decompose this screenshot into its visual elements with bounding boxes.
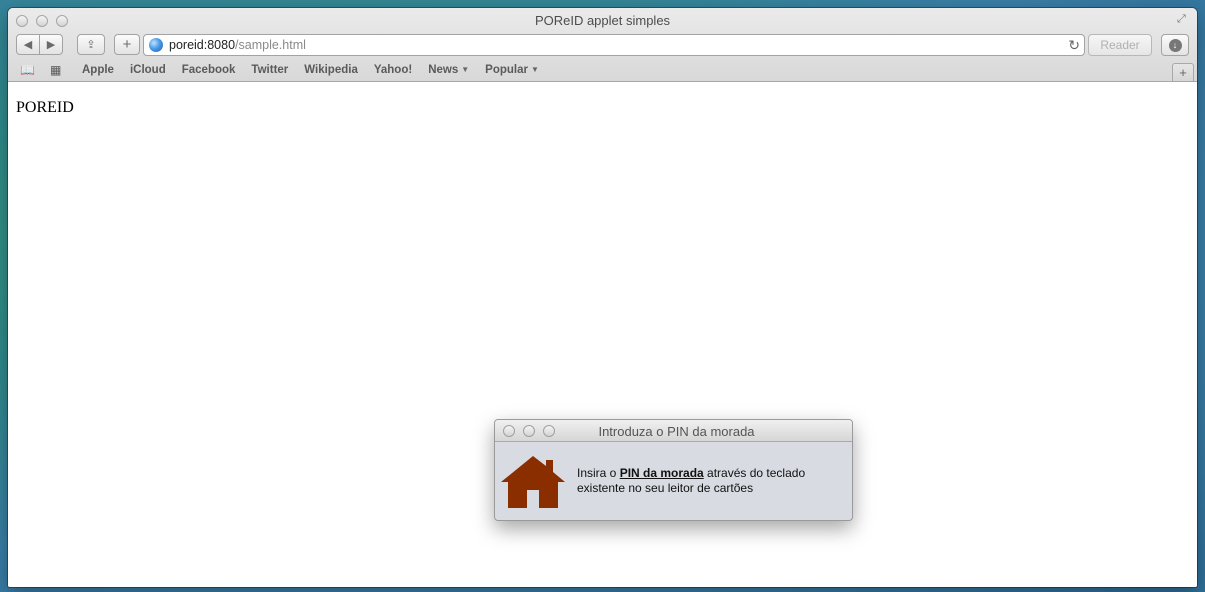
bookmark-folder-news[interactable]: News ▼ (428, 64, 469, 76)
bookmark-label: iCloud (129, 64, 166, 76)
pin-dialog: Introduza o PIN da morada Insira o PIN d… (494, 419, 853, 521)
dialog-message: Insira o PIN da morada através do teclad… (577, 466, 847, 496)
house-icon (501, 456, 565, 508)
globe-icon (149, 38, 163, 52)
url-host: poreid:8080 (169, 38, 236, 52)
back-arrow-icon: ◀ (23, 39, 33, 51)
dialog-title: Introduza o PIN da morada (598, 424, 755, 439)
back-button[interactable]: ◀ (16, 34, 40, 55)
download-icon: ↓ (1168, 38, 1182, 52)
bookmark-folder-popular[interactable]: Popular ▼ (485, 64, 539, 76)
bookmark-wikipedia[interactable]: Wikipedia (304, 64, 358, 76)
plus-icon: + (122, 36, 132, 53)
bookmark-apple[interactable]: Apple (82, 64, 114, 76)
fullscreen-icon[interactable]: ⤢ (1177, 13, 1191, 27)
chevron-down-icon: ▼ (461, 65, 470, 74)
bookmark-twitter[interactable]: Twitter (251, 64, 288, 76)
dialog-title-bar: Introduza o PIN da morada (495, 420, 852, 442)
bookmark-label: Wikipedia (304, 64, 358, 76)
reader-button[interactable]: Reader (1088, 34, 1152, 56)
chevron-down-icon: ▼ (530, 65, 539, 74)
bookmark-label: Facebook (181, 64, 236, 76)
bookmark-label: Popular (485, 64, 528, 76)
top-sites-icon[interactable]: ▦ (50, 63, 66, 77)
bookmark-label: Apple (82, 64, 114, 76)
share-button[interactable]: ⇪ (77, 34, 105, 55)
reading-list-icon[interactable]: 📖 (20, 63, 36, 77)
bookmark-icloud[interactable]: iCloud (130, 64, 166, 76)
downloads-button[interactable]: ↓ (1161, 34, 1189, 56)
message-text: Insira o (577, 466, 620, 480)
address-bar[interactable]: poreid:8080/sample.html ↻ (143, 34, 1085, 56)
plus-icon: + (1179, 65, 1187, 80)
share-icon: ⇪ (86, 39, 96, 51)
page-heading: POREID (16, 99, 74, 116)
url-path: /sample.html (235, 38, 306, 52)
bookmark-label: News (428, 64, 459, 76)
bookmark-label: Yahoo! (373, 64, 413, 76)
reload-icon[interactable]: ↻ (1068, 37, 1080, 54)
message-bold-text: PIN da morada (619, 466, 704, 480)
bookmarks-bar: 📖 ▦ Apple iCloud Facebook Twitter Wikipe… (8, 60, 1197, 80)
bookmark-facebook[interactable]: Facebook (182, 64, 236, 76)
bookmark-label: Twitter (251, 64, 289, 76)
toolbar: ◀ ▶ ⇪ + poreid:8080/sample.html ↻ Reader… (8, 34, 1197, 58)
forward-button[interactable]: ▶ (39, 34, 63, 55)
title-bar: POReID applet simples ⤢ (8, 8, 1197, 32)
forward-arrow-icon: ▶ (46, 39, 56, 51)
browser-chrome: POReID applet simples ⤢ ◀ ▶ ⇪ + poreid:8… (8, 8, 1197, 82)
window-title: POReID applet simples (534, 13, 671, 28)
bookmark-yahoo[interactable]: Yahoo! (374, 64, 412, 76)
new-tab-button[interactable]: + (1172, 63, 1194, 81)
add-bookmark-button[interactable]: + (114, 34, 140, 55)
